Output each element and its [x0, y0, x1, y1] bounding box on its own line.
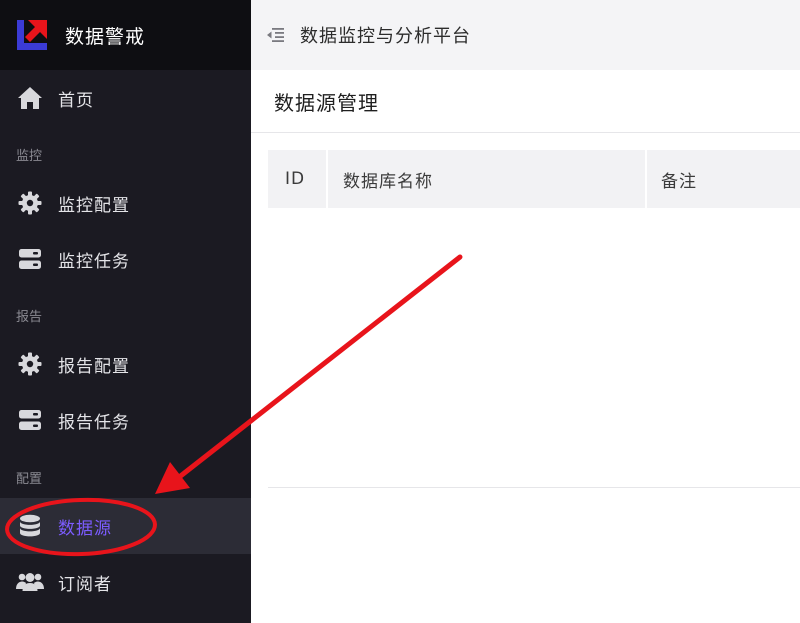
sidebar-item-report-task[interactable]: 报告任务	[0, 392, 251, 448]
table-bottom-border	[268, 487, 800, 488]
column-header-db-name[interactable]: 数据库名称	[343, 150, 433, 208]
sidebar: 数据警戒 首页 监控 监控配置 监控任务 报告 报告配置 报告任务 配置 数据源…	[0, 0, 251, 623]
brand-header[interactable]: 数据警戒	[0, 0, 251, 70]
sidebar-item-home[interactable]: 首页	[0, 70, 251, 126]
sidebar-item-subscriber[interactable]: 订阅者	[0, 554, 251, 610]
table-header-row: ID 数据库名称 备注	[268, 150, 800, 208]
page-title: 数据源管理	[274, 90, 379, 115]
server-icon	[16, 406, 44, 434]
group-label-config: 配置	[16, 472, 43, 487]
gear-icon	[16, 189, 44, 217]
server-icon	[16, 245, 44, 273]
group-label-report: 报告	[16, 310, 43, 325]
column-divider	[645, 150, 647, 208]
home-icon	[16, 84, 44, 112]
sidebar-item-label: 订阅者	[58, 574, 112, 595]
sidebar-item-label: 监控任务	[58, 251, 130, 272]
sidebar-item-report-config[interactable]: 报告配置	[0, 336, 251, 392]
database-icon	[16, 512, 44, 540]
sidebar-item-label: 数据源	[58, 518, 112, 539]
page-header: 数据源管理	[251, 70, 800, 133]
brand-logo-icon	[14, 17, 50, 53]
group-label-monitor: 监控	[16, 149, 43, 164]
sidebar-item-label: 首页	[58, 90, 94, 111]
sidebar-item-datasource[interactable]: 数据源	[0, 498, 251, 554]
sidebar-item-monitor-config[interactable]: 监控配置	[0, 175, 251, 231]
sidebar-item-monitor-task[interactable]: 监控任务	[0, 231, 251, 287]
sidebar-item-label: 报告配置	[58, 356, 130, 377]
app-title: 数据监控与分析平台	[300, 26, 471, 47]
top-bar: 数据监控与分析平台	[251, 0, 800, 70]
menu-fold-icon[interactable]	[265, 25, 285, 45]
sidebar-item-label: 监控配置	[58, 195, 130, 216]
column-header-remark[interactable]: 备注	[661, 150, 697, 208]
gear-icon	[16, 350, 44, 378]
column-header-id[interactable]: ID	[285, 150, 305, 208]
users-icon	[16, 568, 44, 596]
brand-name: 数据警戒	[65, 25, 146, 48]
sidebar-item-label: 报告任务	[58, 412, 130, 433]
column-divider	[326, 150, 328, 208]
